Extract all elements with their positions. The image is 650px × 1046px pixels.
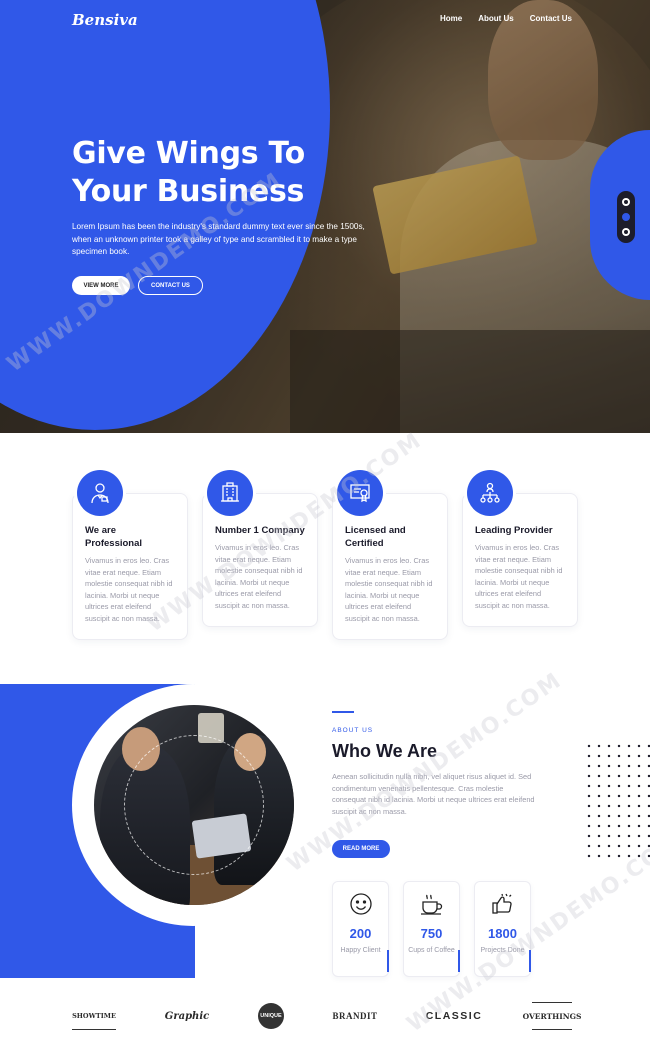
brand-logo-brandit[interactable]: BRANDIT (333, 1002, 378, 1030)
site-logo[interactable]: Bensiva (72, 11, 138, 29)
nav-link-contact[interactable]: Contact Us (530, 14, 572, 23)
feature-card-leading: Leading Provider Vivamus in eros leo. Cr… (462, 470, 578, 627)
professional-icon (77, 470, 123, 516)
stat-value: 1800 (488, 926, 517, 941)
slider-pagination (617, 191, 635, 243)
about-team-photo (94, 705, 294, 905)
contact-us-button[interactable]: CONTACT US (138, 276, 203, 295)
hero-description: Lorem Ipsum has been the industry's stan… (72, 222, 365, 257)
feature-title: Number 1 Company (215, 525, 305, 536)
hero-title: Give Wings To Your Business (72, 136, 305, 209)
brand-logos: SHOWTIME Graphic UNIQUE BRANDIT CLASSIC … (72, 1000, 581, 1032)
brand-logo-showtime[interactable]: SHOWTIME (72, 1002, 116, 1030)
main-nav: Home About Us Contact Us (440, 14, 572, 23)
about-divider (332, 711, 354, 713)
coffee-cup-icon (419, 892, 445, 921)
view-more-button[interactable]: VIEW MORE (72, 276, 130, 295)
stat-label: Projects Done (480, 947, 525, 954)
nav-link-about[interactable]: About Us (478, 14, 514, 23)
decorative-dot-grid (584, 741, 650, 861)
read-more-button[interactable]: READ MORE (332, 840, 390, 858)
feature-title: Licensed and Certified (345, 525, 406, 549)
about-title: Who We Are (332, 741, 438, 761)
about-eyebrow: ABOUT US (332, 727, 374, 734)
feature-text: Vivamus in eros leo. Cras vitae erat neq… (215, 543, 303, 610)
stat-label: Cups of Coffee (408, 947, 455, 954)
slider-dot-2[interactable] (622, 212, 630, 221)
feature-text: Vivamus in eros leo. Cras vitae erat neq… (345, 556, 433, 623)
brand-logo-graphic[interactable]: Graphic (165, 1002, 209, 1030)
feature-title: We are Professional (85, 525, 143, 549)
stat-label: Happy Client (340, 947, 381, 954)
feature-text: Vivamus in eros leo. Cras vitae erat neq… (475, 543, 563, 610)
brand-logo-unique[interactable]: UNIQUE (258, 1003, 284, 1029)
feature-title: Leading Provider (475, 525, 553, 536)
about-description: Aenean sollicitudin nulla nibh, vel aliq… (332, 772, 535, 816)
brand-logo-classic[interactable]: CLASSIC (426, 1002, 482, 1030)
stat-value: 750 (420, 926, 443, 941)
feature-card-licensed: Licensed and Certified Vivamus in eros l… (332, 470, 448, 640)
smiley-icon (349, 892, 373, 921)
stat-value: 200 (349, 926, 372, 941)
nav-link-home[interactable]: Home (440, 14, 462, 23)
stat-card-happy-client: 200 Happy Client (332, 881, 389, 977)
stat-card-coffee: 750 Cups of Coffee (403, 881, 460, 977)
network-icon (467, 470, 513, 516)
certificate-icon (337, 470, 383, 516)
hero-section: Bensiva Home About Us Contact Us Give Wi… (0, 0, 650, 433)
stat-card-projects: 1800 Projects Done (474, 881, 531, 977)
brand-logo-overthings[interactable]: OVERTHINGS (523, 1002, 581, 1030)
feature-card-number-one: Number 1 Company Vivamus in eros leo. Cr… (202, 470, 318, 627)
slider-dot-3[interactable] (622, 227, 630, 236)
thumbs-up-icon (490, 892, 516, 921)
company-building-icon (207, 470, 253, 516)
slider-dot-1[interactable] (622, 198, 630, 207)
feature-text: Vivamus in eros leo. Cras vitae erat neq… (85, 556, 173, 623)
feature-card-professional: We are Professional Vivamus in eros leo.… (72, 470, 188, 640)
